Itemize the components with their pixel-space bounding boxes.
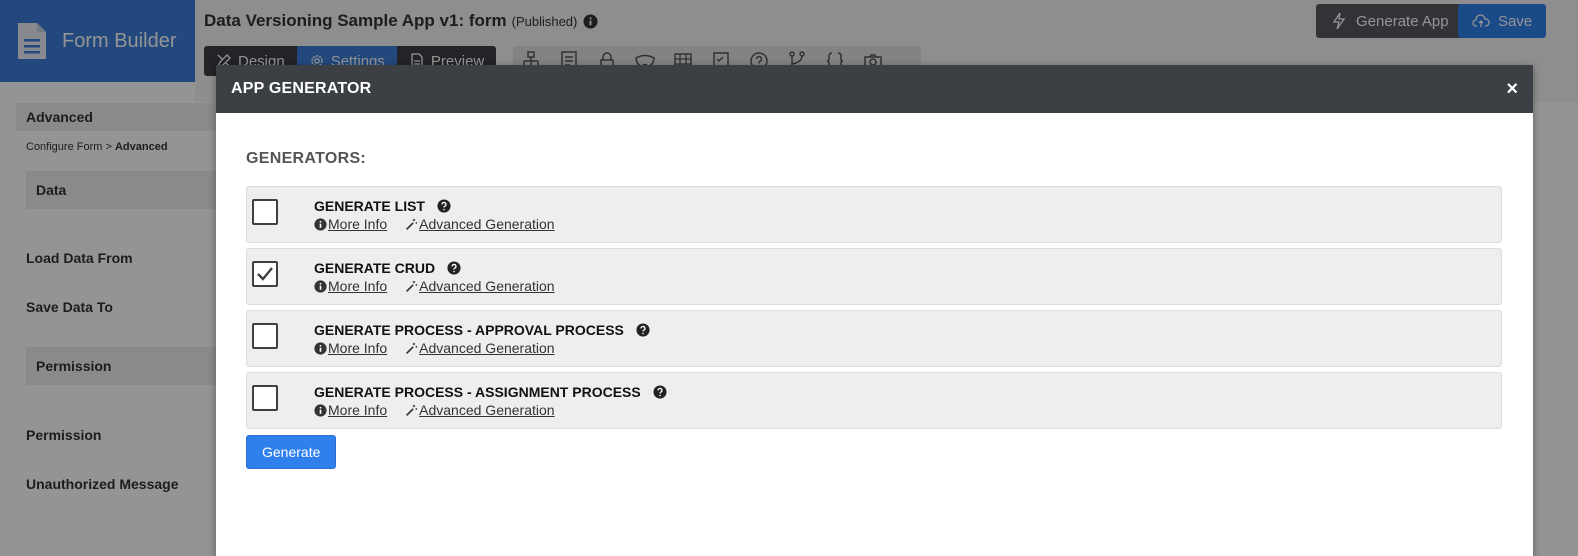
- generator-row: GENERATE PROCESS - ASSIGNMENT PROCESS Mo…: [246, 372, 1502, 429]
- advanced-generation-label: Advanced Generation: [419, 402, 555, 418]
- magic-wand-icon: [406, 342, 418, 354]
- generator-name-text: GENERATE LIST: [314, 198, 425, 214]
- help-circle-icon[interactable]: [653, 385, 667, 399]
- generator-row: GENERATE LIST More Info Advanced Generat…: [246, 186, 1502, 243]
- generator-links: More Info Advanced Generation: [314, 278, 555, 294]
- more-info-link[interactable]: More Info: [314, 216, 387, 232]
- help-circle-icon[interactable]: [447, 261, 461, 275]
- advanced-generation-link[interactable]: Advanced Generation: [405, 402, 555, 418]
- modal-header: APP GENERATOR ×: [216, 65, 1533, 113]
- more-info-link[interactable]: More Info: [314, 278, 387, 294]
- generator-name: GENERATE PROCESS - ASSIGNMENT PROCESS: [314, 384, 667, 400]
- more-info-label: More Info: [328, 216, 388, 232]
- generator-links: More Info Advanced Generation: [314, 402, 555, 418]
- modal-title: APP GENERATOR: [231, 80, 372, 97]
- generator-name-text: GENERATE PROCESS - APPROVAL PROCESS: [314, 322, 624, 338]
- more-info-link[interactable]: More Info: [314, 402, 387, 418]
- more-info-label: More Info: [328, 340, 388, 356]
- generator-checkbox[interactable]: [252, 323, 278, 349]
- magic-wand-icon: [406, 218, 418, 230]
- checkmark-icon: [257, 267, 273, 281]
- generator-name: GENERATE CRUD: [314, 260, 461, 276]
- advanced-generation-link[interactable]: Advanced Generation: [405, 216, 555, 232]
- advanced-generation-link[interactable]: Advanced Generation: [405, 278, 555, 294]
- generator-list: GENERATE LIST More Info Advanced Generat…: [246, 186, 1502, 429]
- generator-links: More Info Advanced Generation: [314, 216, 555, 232]
- advanced-generation-label: Advanced Generation: [419, 216, 555, 232]
- info-circle-icon: [314, 341, 327, 355]
- generator-links: More Info Advanced Generation: [314, 340, 555, 356]
- app-generator-modal: APP GENERATOR × GENERATORS: GENERATE LIS…: [216, 65, 1533, 556]
- close-button[interactable]: ×: [1506, 79, 1518, 99]
- more-info-label: More Info: [328, 278, 388, 294]
- generator-checkbox[interactable]: [252, 385, 278, 411]
- generator-name-text: GENERATE CRUD: [314, 260, 436, 276]
- generator-name-text: GENERATE PROCESS - ASSIGNMENT PROCESS: [314, 384, 641, 400]
- info-circle-icon: [314, 279, 327, 293]
- generator-name: GENERATE PROCESS - APPROVAL PROCESS: [314, 322, 650, 338]
- info-circle-icon: [314, 217, 327, 231]
- help-circle-icon[interactable]: [636, 323, 650, 337]
- generate-button[interactable]: Generate: [246, 435, 337, 469]
- magic-wand-icon: [406, 404, 418, 416]
- more-info-label: More Info: [328, 402, 388, 418]
- advanced-generation-label: Advanced Generation: [419, 278, 555, 294]
- advanced-generation-link[interactable]: Advanced Generation: [405, 340, 555, 356]
- generator-checkbox[interactable]: [252, 261, 278, 287]
- advanced-generation-label: Advanced Generation: [419, 340, 555, 356]
- generator-row: GENERATE CRUD More Info Advanced Generat…: [246, 248, 1502, 305]
- generators-heading: GENERATORS:: [246, 150, 367, 167]
- generator-name: GENERATE LIST: [314, 198, 451, 214]
- modal-body: GENERATORS: GENERATE LIST More Info Adva…: [216, 150, 1533, 469]
- generator-row: GENERATE PROCESS - APPROVAL PROCESS More…: [246, 310, 1502, 367]
- more-info-link[interactable]: More Info: [314, 340, 387, 356]
- help-circle-icon[interactable]: [437, 199, 451, 213]
- magic-wand-icon: [406, 280, 418, 292]
- info-circle-icon: [314, 403, 327, 417]
- generator-checkbox[interactable]: [252, 199, 278, 225]
